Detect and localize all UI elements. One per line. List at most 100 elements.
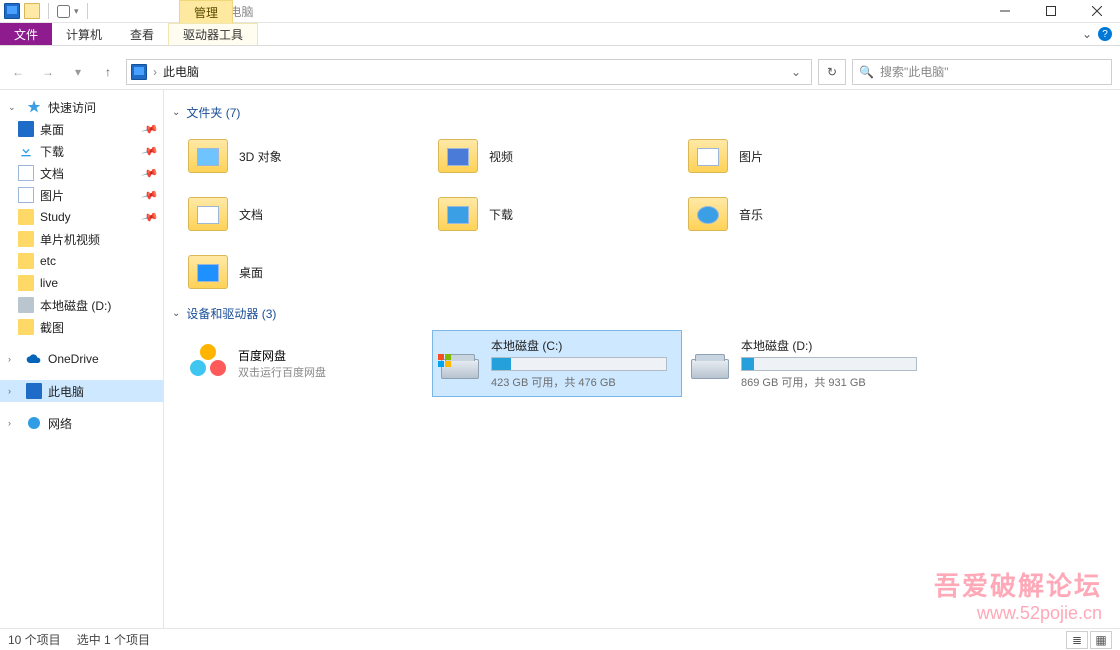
this-pc-icon xyxy=(26,383,42,399)
sidebar-item-label: 图片 xyxy=(40,187,64,204)
content-area: ⌄ 文件夹 (7) 3D 对象视频 图片文档 下载 音乐桌面 ⌄ 设备和驱动器 (3)… xyxy=(164,90,1120,628)
folder-item[interactable]: 文档 xyxy=(182,187,432,241)
chevron-right-icon[interactable]: › xyxy=(153,65,157,79)
folder-icon xyxy=(18,275,34,291)
folder-label: 图片 xyxy=(739,148,763,165)
title-bar: ▾ 管理 此电脑 xyxy=(0,0,1120,23)
pin-icon: 📌 xyxy=(141,142,159,160)
drive-item[interactable]: 本地磁盘 (C:) 423 GB 可用，共 476 GB xyxy=(432,330,682,397)
maximize-button[interactable] xyxy=(1028,0,1074,23)
chevron-right-icon[interactable]: › xyxy=(8,386,18,396)
back-button[interactable]: ← xyxy=(6,60,30,84)
folder-icon xyxy=(18,231,34,247)
sidebar-item-etc[interactable]: etc xyxy=(0,250,163,272)
ribbon-tabs: 文件 计算机 查看 驱动器工具 ⌄ ? xyxy=(0,23,1120,46)
folder-item[interactable]: 3D 对象 xyxy=(182,129,432,183)
sidebar-quick-access[interactable]: ⌄ 快速访问 xyxy=(0,96,163,118)
folder-item[interactable]: 下载 xyxy=(432,187,682,241)
chevron-down-icon[interactable]: ⌄ xyxy=(8,102,18,113)
sidebar-item-本地磁盘 (D:)[interactable]: 本地磁盘 (D:) xyxy=(0,294,163,316)
sidebar-item-截图[interactable]: 截图 xyxy=(0,316,163,338)
sidebar-item-Study[interactable]: Study📌 xyxy=(0,206,163,228)
sidebar-this-pc[interactable]: › 此电脑 xyxy=(0,380,163,402)
folder-label: 音乐 xyxy=(739,206,763,223)
drive-icon xyxy=(689,337,731,379)
forward-button[interactable]: → xyxy=(36,60,60,84)
folder-icon xyxy=(187,251,229,293)
app-sub: 双击运行百度网盘 xyxy=(238,364,326,380)
sidebar-item-单片机视频[interactable]: 单片机视频 xyxy=(0,228,163,250)
sidebar-item-文档[interactable]: 文档📌 xyxy=(0,162,163,184)
folder-item[interactable]: 视频 xyxy=(432,129,682,183)
view-details-button[interactable]: ≣ xyxy=(1066,631,1088,649)
ribbon-right: ⌄ ? xyxy=(1074,23,1120,45)
navigation-pane: ⌄ 快速访问 桌面📌下载📌文档📌图片📌Study📌单片机视频etclive本地磁… xyxy=(0,90,164,628)
view-tiles-button[interactable]: ▦ xyxy=(1090,631,1112,649)
drive-free-text: 423 GB 可用，共 476 GB xyxy=(491,374,667,390)
sidebar-onedrive[interactable]: › OneDrive xyxy=(0,348,163,370)
chevron-down-icon[interactable]: ⌄ xyxy=(172,107,180,118)
chevron-right-icon[interactable]: › xyxy=(8,418,18,428)
quick-access-toolbar: ▾ xyxy=(0,3,96,19)
address-bar[interactable]: › 此电脑 ⌄ xyxy=(126,59,812,85)
sidebar-item-label: 截图 xyxy=(40,319,64,336)
qat-checkbox[interactable] xyxy=(57,5,70,18)
doc-icon xyxy=(18,165,34,181)
address-dropdown[interactable]: ⌄ xyxy=(785,65,807,79)
drive-icon xyxy=(439,337,481,379)
folders-grid: 3D 对象视频 图片文档 下载 音乐桌面 xyxy=(182,129,1112,299)
folder-icon[interactable] xyxy=(24,3,40,19)
tab-file[interactable]: 文件 xyxy=(0,23,52,45)
chevron-right-icon[interactable]: › xyxy=(8,354,18,364)
folder-icon xyxy=(687,135,729,177)
sidebar-item-label: 桌面 xyxy=(40,121,64,138)
sidebar-item-live[interactable]: live xyxy=(0,272,163,294)
drive-item[interactable]: 本地磁盘 (D:)869 GB 可用，共 931 GB xyxy=(682,330,932,397)
folder-item[interactable]: 图片 xyxy=(682,129,932,183)
app-item-baidu[interactable]: 百度网盘双击运行百度网盘 xyxy=(182,330,432,397)
refresh-button[interactable]: ↻ xyxy=(818,59,846,85)
tab-drive-tools[interactable]: 驱动器工具 xyxy=(168,23,258,45)
folder-item[interactable]: 音乐 xyxy=(682,187,932,241)
up-button[interactable]: ↑ xyxy=(96,60,120,84)
nav-bar: ← → ▾ ↑ › 此电脑 ⌄ ↻ 🔍 xyxy=(0,54,1120,90)
chevron-down-icon[interactable]: ⌄ xyxy=(172,308,180,319)
pin-icon: 📌 xyxy=(141,120,159,138)
separator xyxy=(87,3,88,19)
window-controls xyxy=(982,0,1120,23)
folder-item[interactable]: 桌面 xyxy=(182,245,432,299)
sidebar-item-桌面[interactable]: 桌面 📌 xyxy=(0,118,163,140)
chevron-down-icon[interactable]: ⌄ xyxy=(1082,27,1092,41)
folder-icon xyxy=(187,193,229,235)
folder-icon xyxy=(437,193,479,235)
sidebar-item-图片[interactable]: 图片 📌 xyxy=(0,184,163,206)
star-icon xyxy=(26,99,42,115)
folder-label: 桌面 xyxy=(239,264,263,281)
pic-icon xyxy=(18,187,34,203)
download-icon xyxy=(18,143,34,159)
close-button[interactable] xyxy=(1074,0,1120,23)
breadcrumb[interactable]: 此电脑 xyxy=(163,63,199,80)
help-icon[interactable]: ? xyxy=(1098,27,1112,41)
group-header-drives[interactable]: ⌄ 设备和驱动器 (3) xyxy=(172,305,1112,322)
sidebar-network[interactable]: › 网络 xyxy=(0,412,163,434)
tab-view[interactable]: 查看 xyxy=(116,23,168,45)
status-item-count: 10 个项目 xyxy=(8,631,61,648)
drive-name: 本地磁盘 (C:) xyxy=(491,337,667,354)
status-bar: 10 个项目 选中 1 个项目 ≣ ▦ xyxy=(0,628,1120,650)
tab-computer[interactable]: 计算机 xyxy=(52,23,116,45)
desktop-icon xyxy=(18,121,34,137)
body: ⌄ 快速访问 桌面📌下载📌文档📌图片📌Study📌单片机视频etclive本地磁… xyxy=(0,90,1120,628)
pin-icon: 📌 xyxy=(141,186,159,204)
folder-label: 文档 xyxy=(239,206,263,223)
sidebar-item-下载[interactable]: 下载📌 xyxy=(0,140,163,162)
group-header-folders[interactable]: ⌄ 文件夹 (7) xyxy=(172,104,1112,121)
search-box[interactable]: 🔍 xyxy=(852,59,1112,85)
drive-free-text: 869 GB 可用，共 931 GB xyxy=(741,374,917,390)
group-title: 设备和驱动器 (3) xyxy=(186,305,276,322)
search-input[interactable] xyxy=(880,65,1105,79)
chevron-down-icon[interactable]: ▾ xyxy=(74,6,79,17)
minimize-button[interactable] xyxy=(982,0,1028,23)
recent-dropdown[interactable]: ▾ xyxy=(66,60,90,84)
sidebar-item-label: 单片机视频 xyxy=(40,231,100,248)
